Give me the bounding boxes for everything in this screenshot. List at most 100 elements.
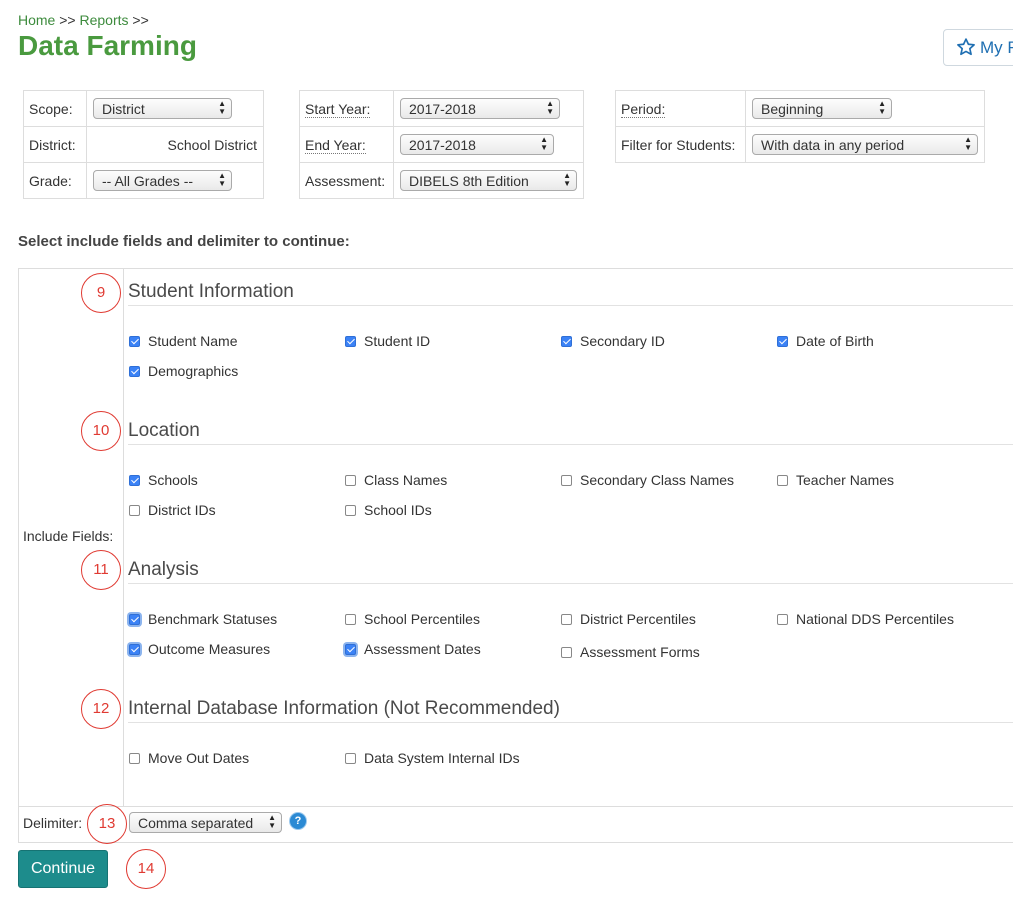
checkbox-unchecked-icon	[777, 475, 788, 486]
page-title: Data Farming	[18, 30, 197, 61]
section-divider	[128, 722, 1013, 723]
checkbox-outcome-measures[interactable]: Outcome Measures	[129, 641, 270, 657]
section-title-internal-database-information: Internal Database Information (Not Recom…	[128, 698, 560, 719]
checkbox-assessment-forms[interactable]: Assessment Forms	[561, 644, 700, 660]
delimiter-label: Delimiter:	[23, 815, 83, 831]
scope-label: Scope:	[23, 90, 87, 127]
end-year-select[interactable]: 2017-2018 ▲ ▼	[400, 134, 554, 155]
scope-select[interactable]: District ▲ ▼	[93, 98, 232, 119]
checkbox-benchmark-statuses[interactable]: Benchmark Statuses	[129, 611, 277, 627]
checkbox-label: District IDs	[148, 502, 216, 518]
assessment-label: Assessment:	[299, 162, 394, 199]
select-arrows-icon: ▲ ▼	[218, 99, 226, 116]
checkbox-unchecked-icon	[345, 753, 356, 764]
district-label: District:	[23, 126, 87, 163]
breadcrumb-reports-link[interactable]: Reports	[80, 12, 129, 28]
checkbox-unchecked-icon	[561, 614, 572, 625]
checkbox-label: Outcome Measures	[148, 641, 271, 657]
checkbox-checked-icon	[129, 336, 140, 347]
checkbox-label: School Percentiles	[364, 611, 480, 627]
checkbox-demographics[interactable]: Demographics	[129, 363, 238, 379]
checkbox-date-of-birth[interactable]: Date of Birth	[777, 333, 874, 349]
checkbox-label: School IDs	[364, 502, 432, 518]
checkbox-checked-icon	[561, 336, 572, 347]
annotation-number-9: 9	[81, 273, 121, 313]
annotation-number-11: 11	[81, 550, 121, 590]
grade-select[interactable]: -- All Grades -- ▲ ▼	[93, 170, 232, 191]
start-year-value: 2017-2018	[409, 101, 476, 117]
checkbox-school-percentiles[interactable]: School Percentiles	[345, 611, 480, 627]
checkbox-district-percentiles[interactable]: District Percentiles	[561, 611, 696, 627]
checkbox-data-system-internal-ids[interactable]: Data System Internal IDs	[345, 750, 520, 766]
breadcrumb: Home >> Reports >>	[18, 12, 149, 28]
delimiter-value: Comma separated	[138, 815, 254, 831]
checkbox-class-names[interactable]: Class Names	[345, 472, 447, 488]
checkbox-label: Data System Internal IDs	[364, 750, 520, 766]
checkbox-unchecked-icon	[345, 614, 356, 625]
assessment-select[interactable]: DIBELS 8th Edition ▲ ▼	[400, 170, 577, 191]
period-select[interactable]: Beginning ▲ ▼	[752, 98, 892, 119]
checkbox-assessment-dates[interactable]: Assessment Dates	[345, 641, 481, 657]
checkbox-checked-icon	[129, 475, 140, 486]
select-arrows-icon: ▲ ▼	[563, 171, 571, 188]
select-arrows-icon: ▲ ▼	[878, 99, 886, 116]
checkbox-label: Assessment Dates	[364, 641, 481, 657]
checkbox-label: District Percentiles	[580, 611, 696, 627]
end-year-label: End Year:	[305, 136, 366, 154]
annotation-number-12: 12	[81, 689, 121, 729]
checkbox-school-ids[interactable]: School IDs	[345, 502, 432, 518]
checkbox-unchecked-icon	[777, 614, 788, 625]
help-icon[interactable]: ?	[290, 813, 306, 829]
checkbox-unchecked-icon	[129, 505, 140, 516]
my-favorites-button[interactable]: My F	[943, 29, 1013, 66]
checkbox-student-id[interactable]: Student ID	[345, 333, 430, 349]
select-arrows-icon: ▲ ▼	[218, 171, 226, 188]
include-fields-label: Include Fields:	[23, 528, 114, 544]
checkbox-checked-icon	[777, 336, 788, 347]
checkbox-label: Move Out Dates	[148, 750, 250, 766]
checkbox-secondary-class-names[interactable]: Secondary Class Names	[561, 472, 734, 488]
select-arrows-icon: ▲ ▼	[964, 135, 972, 152]
delimiter-select[interactable]: Comma separated ▲ ▼	[129, 812, 282, 833]
checkbox-label: Benchmark Statuses	[148, 611, 278, 627]
checkbox-move-out-dates[interactable]: Move Out Dates	[129, 750, 249, 766]
checkbox-unchecked-icon	[561, 647, 572, 658]
checkbox-label: Date of Birth	[796, 333, 874, 349]
start-year-select[interactable]: 2017-2018 ▲ ▼	[400, 98, 560, 119]
section-title-student-information: Student Information	[128, 281, 294, 302]
checkbox-unchecked-icon	[129, 753, 140, 764]
scope-filter-table: Scope: District ▲ ▼ District: School Distr…	[23, 90, 264, 199]
district-value: School District	[86, 126, 264, 163]
breadcrumb-home-link[interactable]: Home	[18, 12, 55, 28]
continue-button[interactable]: Continue	[18, 850, 108, 888]
checkbox-checked-icon	[129, 614, 140, 625]
section-divider	[128, 583, 1013, 584]
annotation-number-10: 10	[81, 411, 121, 451]
filter-students-value: With data in any period	[761, 137, 905, 153]
filter-students-select[interactable]: With data in any period ▲ ▼	[752, 134, 978, 155]
checkbox-secondary-id[interactable]: Secondary ID	[561, 333, 665, 349]
checkbox-label: Schools	[148, 472, 198, 488]
section-divider	[128, 444, 1013, 445]
breadcrumb-separator: >>	[55, 12, 80, 28]
my-button-label: My F	[980, 38, 1013, 57]
select-arrows-icon: ▲ ▼	[546, 99, 554, 116]
checkbox-label: Secondary ID	[580, 333, 665, 349]
checkbox-schools[interactable]: Schools	[129, 472, 198, 488]
checkbox-student-name[interactable]: Student Name	[129, 333, 238, 349]
checkbox-unchecked-icon	[345, 475, 356, 486]
scope-value: District	[102, 101, 145, 117]
checkbox-unchecked-icon	[345, 505, 356, 516]
checkbox-national-dds-percentiles[interactable]: National DDS Percentiles	[777, 611, 954, 627]
checkbox-district-ids[interactable]: District IDs	[129, 502, 216, 518]
checkbox-label: National DDS Percentiles	[796, 611, 954, 627]
checkbox-checked-icon	[129, 366, 140, 377]
checkbox-label: Class Names	[364, 472, 448, 488]
section-divider	[128, 305, 1013, 306]
period-filter-table: Period: Beginning ▲ ▼ Filter for Students:…	[615, 90, 985, 163]
checkbox-label: Teacher Names	[796, 472, 895, 488]
checkbox-label: Student Name	[148, 333, 238, 349]
checkbox-teacher-names[interactable]: Teacher Names	[777, 472, 894, 488]
period-label: Period:	[621, 100, 666, 118]
instruction-text: Select include fields and delimiter to c…	[18, 233, 350, 250]
